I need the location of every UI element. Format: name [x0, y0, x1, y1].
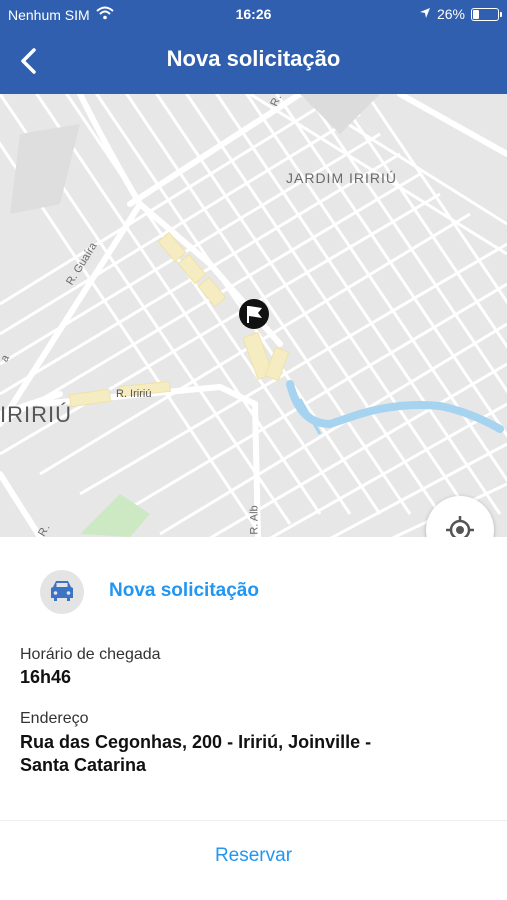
request-title: Nova solicitação: [109, 580, 259, 601]
page-title: Nova solicitação: [166, 46, 341, 71]
nav-bar: Nova solicitação: [0, 28, 507, 94]
status-right: 26%: [419, 6, 502, 22]
arrival-value: 16h46: [20, 667, 72, 687]
arrival-label: Horário de chegada: [20, 646, 161, 663]
map-label-neighborhood: JARDIM IRIRIÚ: [286, 170, 397, 186]
map-view[interactable]: R. JARDIM IRIRIÚ R. Guaíra R. Iririú IRI…: [0, 94, 507, 537]
map-label-iririu-street: R. Iririú: [116, 388, 152, 400]
address-line-2: Santa Catarina: [20, 755, 147, 775]
divider: [0, 820, 507, 821]
reserve-button[interactable]: Reservar: [0, 845, 507, 867]
location-arrow-icon: [419, 6, 431, 22]
map-label-alb: R. Alb: [248, 505, 261, 535]
map-canvas: [0, 94, 507, 537]
map-label-iririu: IRIRIÚ: [0, 402, 72, 427]
battery-percent: 26%: [436, 6, 465, 22]
battery-icon: [471, 7, 502, 21]
car-icon: [51, 581, 73, 601]
address-line-1: Rua das Cegonhas, 200 - Iririú, Joinvill…: [20, 732, 372, 752]
flag-marker[interactable]: [239, 299, 269, 329]
car-avatar: [40, 570, 84, 614]
status-bar: Nenhum SIM 16:26 26%: [0, 0, 507, 28]
address-label: Endereço: [20, 710, 89, 727]
